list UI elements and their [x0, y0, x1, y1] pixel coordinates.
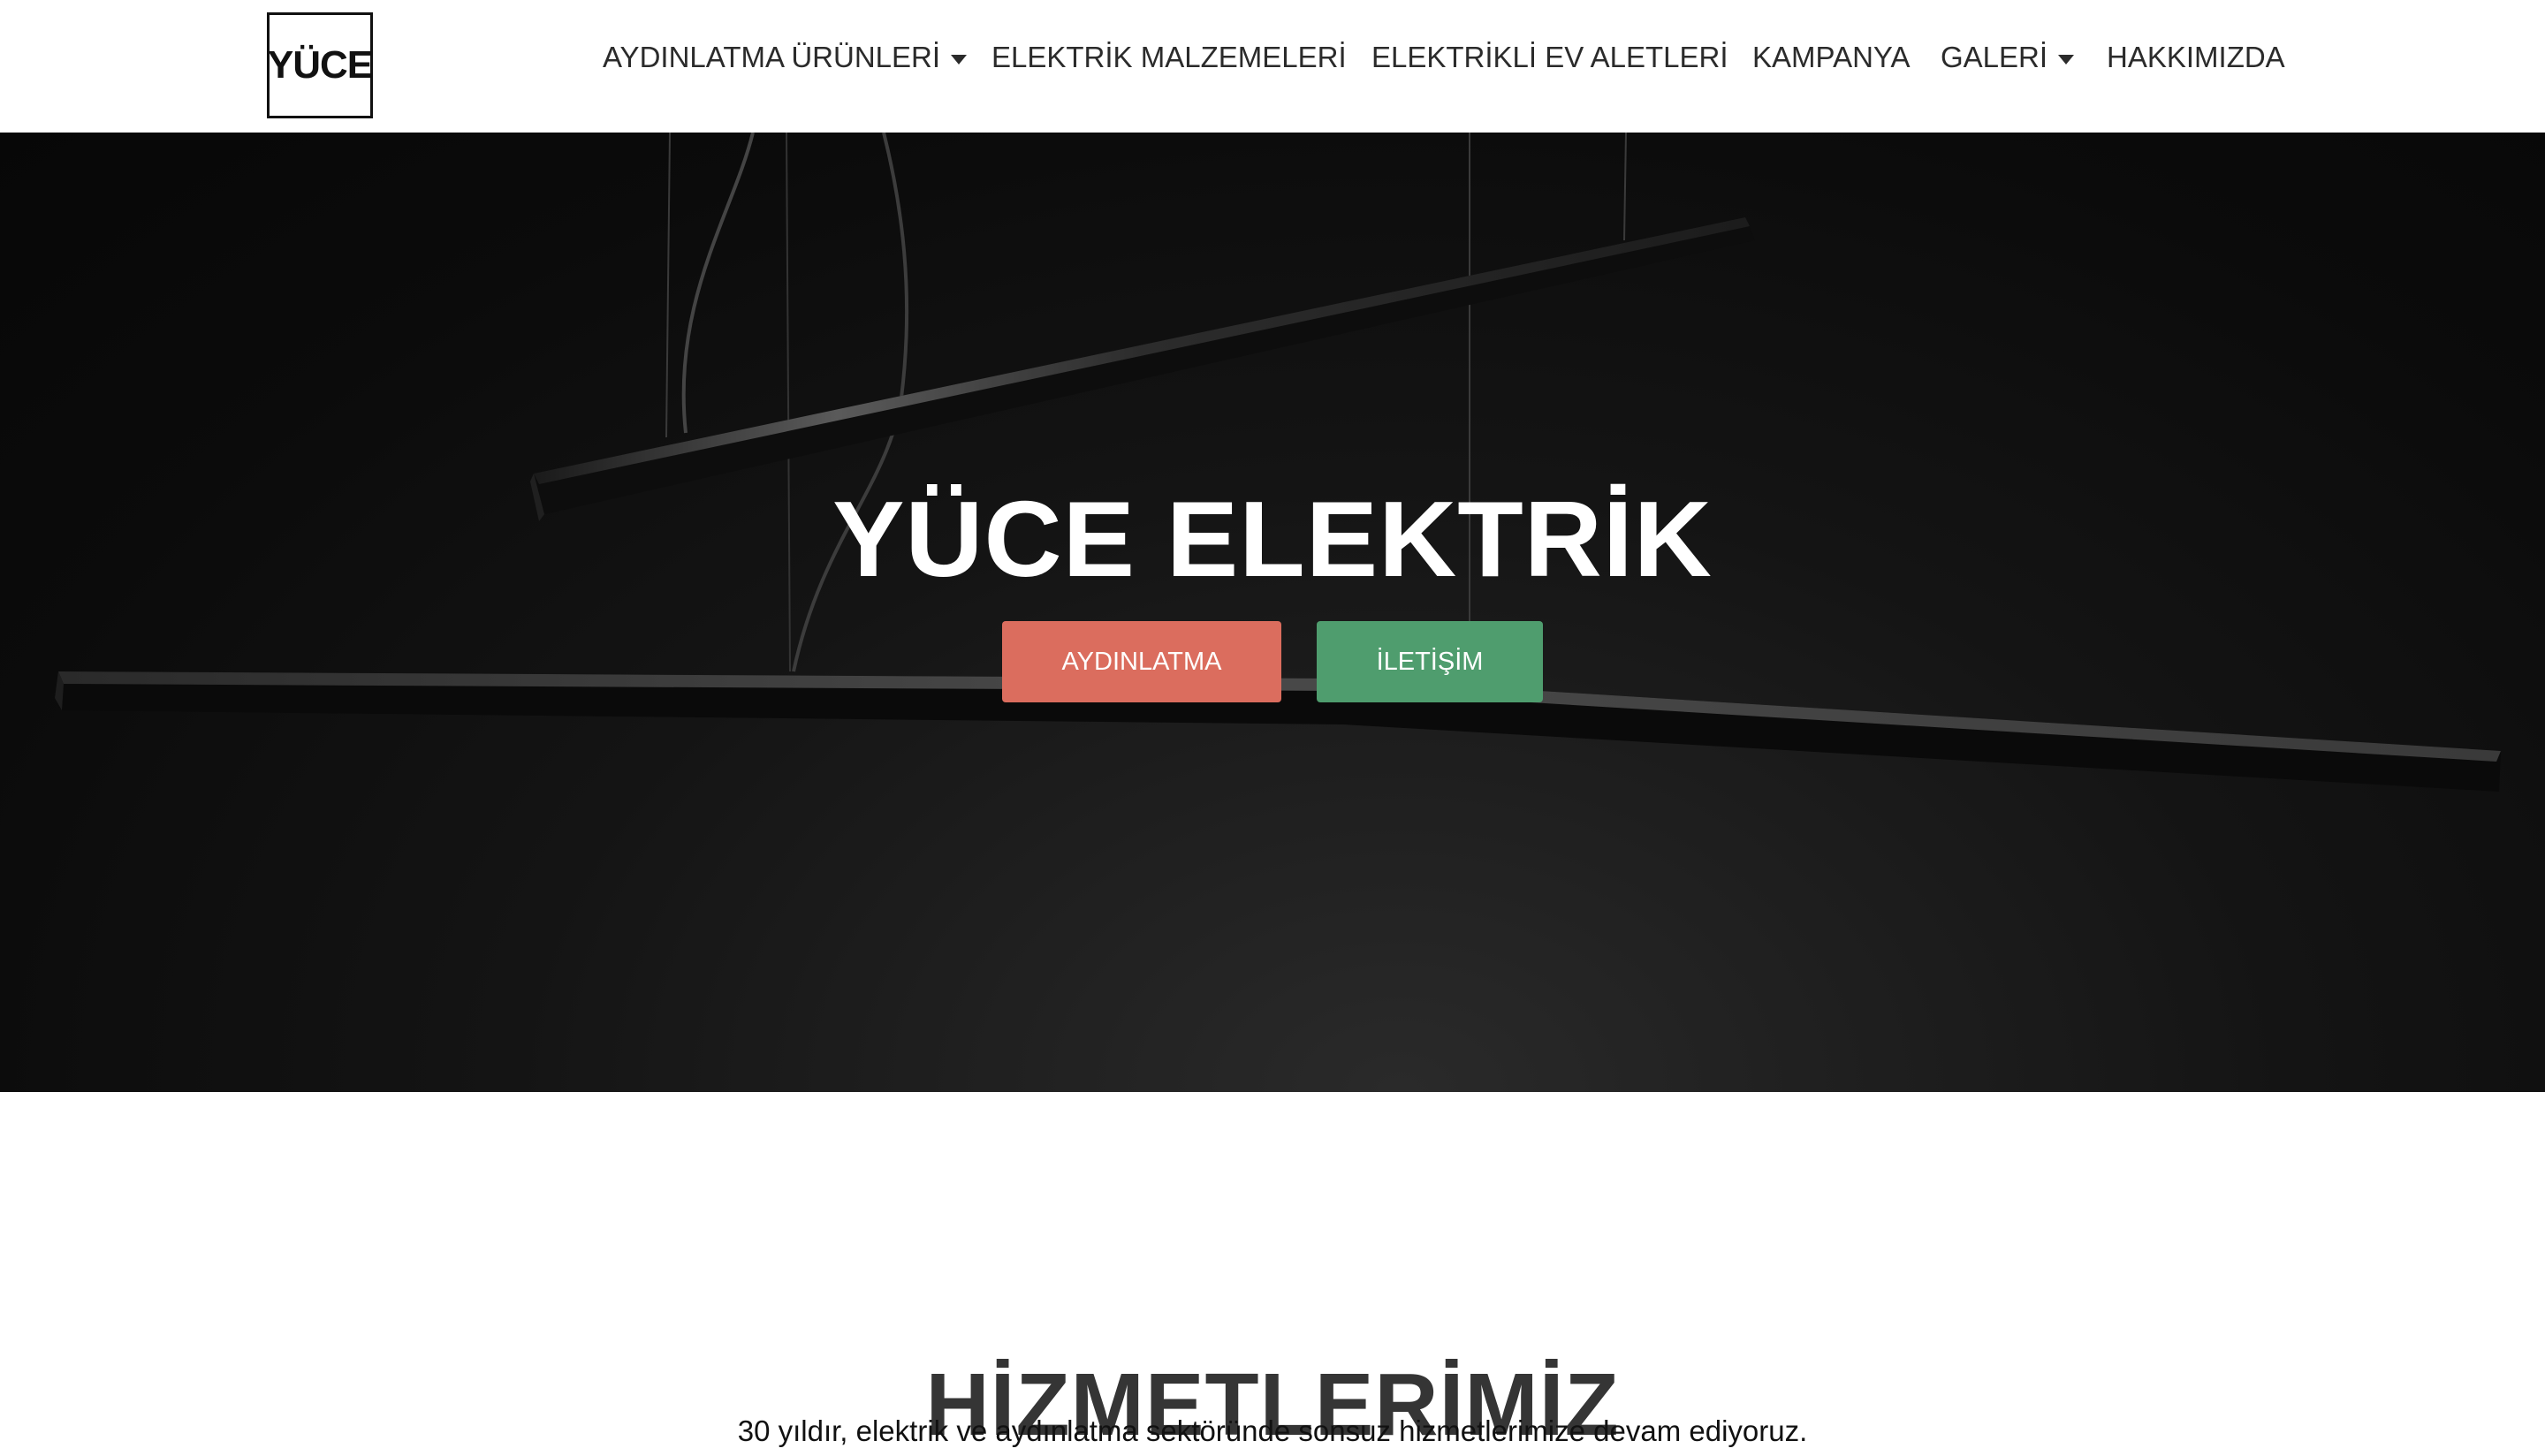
- caret-down-icon: [951, 54, 968, 64]
- nav-item-kampanya[interactable]: KAMPANYA: [1752, 41, 1911, 74]
- services-subtitle: 30 yıldır, elektrik ve aydınlatma sektör…: [737, 1414, 1808, 1447]
- caret-down-icon: [2058, 54, 2075, 64]
- nav-item-galeri[interactable]: GALERİ: [1941, 41, 2075, 74]
- nav-item-elektrikli-ev-aletleri[interactable]: ELEKTRİKLİ EV ALETLERİ: [1371, 41, 1728, 74]
- pendant-lamps-illustration: [55, 133, 2501, 792]
- contact-button[interactable]: İLETİŞİM: [1317, 621, 1543, 702]
- main-nav: AYDINLATMA ÜRÜNLERİ ELEKTRİK MALZEMELERİ…: [0, 0, 2545, 125]
- nav-item-aydinlatma-urunleri[interactable]: AYDINLATMA ÜRÜNLERİ: [603, 41, 968, 74]
- nav-item-label: KAMPANYA: [1752, 41, 1911, 73]
- nav-item-hakkimizda[interactable]: HAKKIMIZDA: [2107, 41, 2285, 74]
- lighting-button[interactable]: AYDINLATMA: [1002, 621, 1281, 702]
- nav-item-label: HAKKIMIZDA: [2107, 41, 2285, 73]
- nav-item-label: AYDINLATMA ÜRÜNLERİ: [603, 41, 941, 73]
- site-header: YÜCE AYDINLATMA ÜRÜNLERİ ELEKTRİK MALZEM…: [0, 0, 2545, 133]
- nav-item-label: ELEKTRİKLİ EV ALETLERİ: [1371, 41, 1728, 73]
- nav-item-label: ELEKTRİK MALZEMELERİ: [991, 41, 1347, 73]
- nav-item-elektrik-malzemeleri[interactable]: ELEKTRİK MALZEMELERİ: [991, 41, 1347, 74]
- hero-section: YÜCE ELEKTRİK AYDINLATMA İLETİŞİM: [0, 133, 2545, 1092]
- nav-item-label: GALERİ: [1941, 41, 2048, 73]
- hero-title: YÜCE ELEKTRİK: [832, 478, 1713, 599]
